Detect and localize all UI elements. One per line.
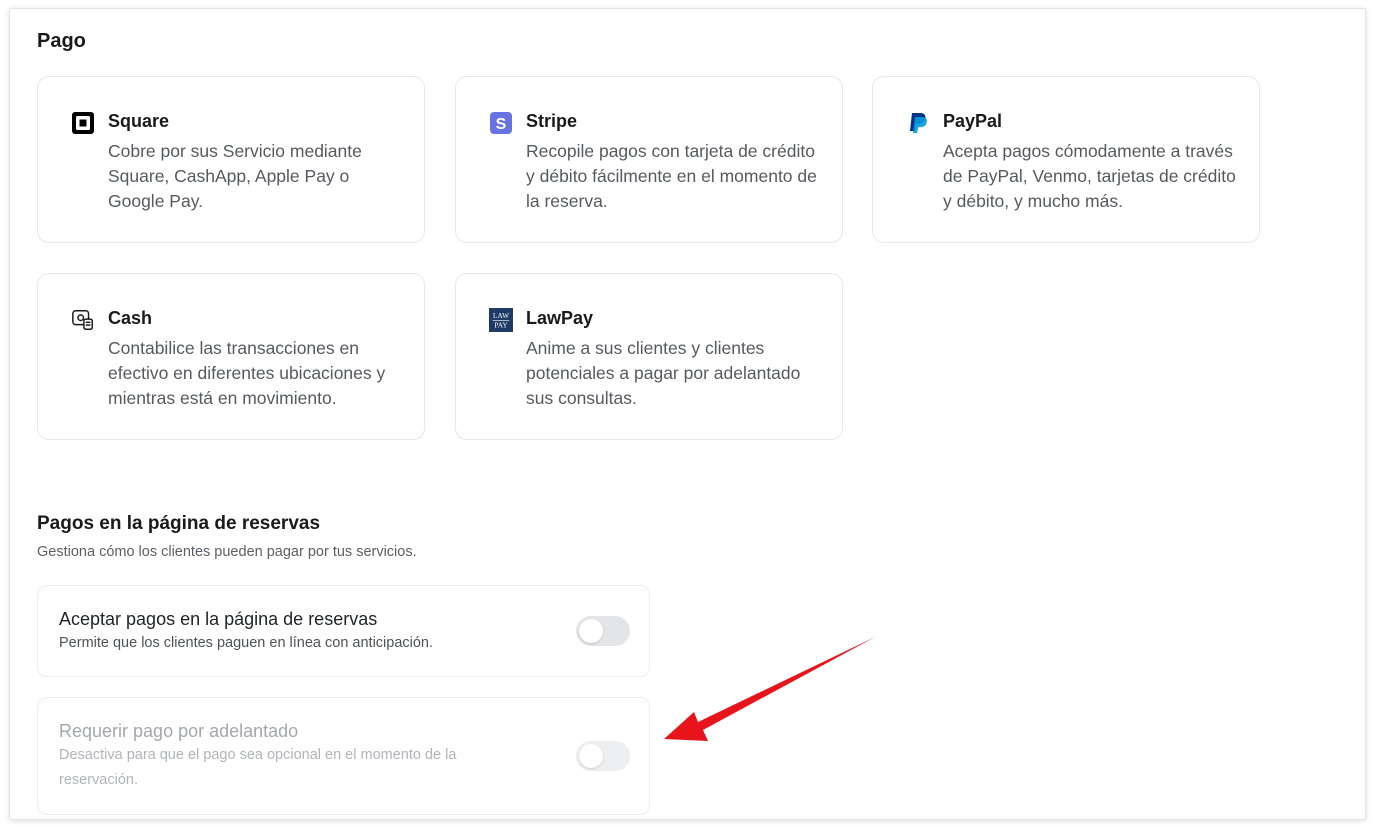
svg-text:S: S [496,116,507,133]
provider-card-paypal[interactable]: PayPal Acepta pagos cómodamente a través… [872,76,1260,243]
provider-card-cash[interactable]: Cash Contabilice las transacciones en ef… [37,273,425,440]
provider-name: Square [108,111,170,131]
provider-description: Recopile pagos con tarjeta de crédito y … [526,141,817,211]
paypal-logo-icon [906,111,930,135]
provider-description: Anime a sus clientes y clientes potencia… [526,338,801,408]
booking-payments-title: Pagos en la página de reservas [37,513,321,534]
provider-name: Stripe [526,111,578,131]
lawpay-logo-text: LAW [493,311,509,320]
provider-description: Acepta pagos cómodamente a través de Pay… [943,141,1236,211]
setting-title: Aceptar pagos en la página de reservas [59,609,378,629]
toggle-knob [579,619,603,643]
stripe-logo-icon: S [489,111,513,135]
provider-description: Contabilice las transacciones en efectiv… [108,338,386,408]
provider-card-stripe[interactable]: S Stripe Recopile pagos con tarjeta de c… [455,76,843,243]
provider-card-lawpay[interactable]: LAW PAY LawPay Anime a sus clientes y cl… [455,273,843,440]
toggle-knob [579,744,603,768]
payment-settings-panel: Pago Square Cobre por sus Servicio media… [10,9,1365,819]
lawpay-logo-icon: LAW PAY [489,308,513,332]
setting-require-prepayment: Requerir pago por adelantado Desactiva p… [37,697,650,815]
provider-description: Cobre por sus Servicio mediante Square, … [108,141,362,211]
setting-description: Permite que los clientes paguen en línea… [59,635,434,651]
payment-section-title: Pago [37,30,86,52]
lawpay-logo-text: PAY [494,320,508,329]
square-logo-icon [71,111,95,135]
provider-card-square[interactable]: Square Cobre por sus Servicio mediante S… [37,76,425,243]
setting-accept-payments: Aceptar pagos en la página de reservas P… [37,585,650,677]
annotation-arrow-icon [664,637,875,741]
provider-name: LawPay [526,308,594,328]
provider-name: PayPal [943,111,1003,131]
provider-name: Cash [108,308,153,328]
accept-payments-toggle[interactable] [576,616,630,646]
require-prepayment-toggle[interactable] [576,741,630,771]
cash-register-icon [71,308,95,332]
setting-description: Desactiva para que el pago sea opcional … [59,747,457,788]
setting-title: Requerir pago por adelantado [59,721,299,741]
booking-payments-description: Gestiona cómo los clientes pueden pagar … [37,544,417,560]
